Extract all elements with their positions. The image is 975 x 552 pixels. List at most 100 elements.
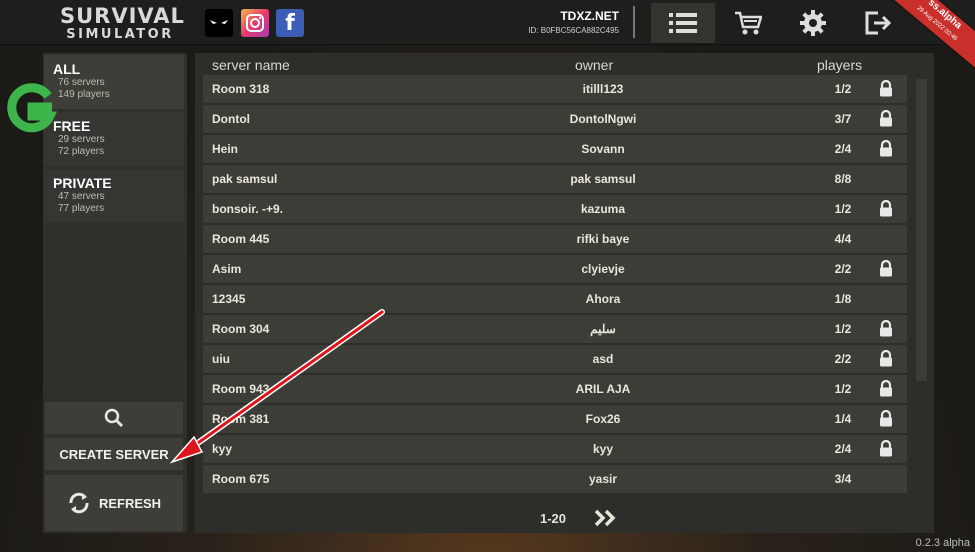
- server-owner: rifki baye: [576, 232, 630, 246]
- server-name: Room 943: [212, 382, 270, 396]
- server-table: server name owner players Room 318 itilll…: [195, 53, 934, 533]
- header-players: players: [817, 57, 863, 73]
- server-players: 3/7: [834, 112, 852, 126]
- server-players: 1/8: [834, 292, 852, 306]
- category-private[interactable]: PRIVATE 47 servers 77 players: [44, 169, 184, 223]
- server-name: uiu: [212, 352, 230, 366]
- server-players: 4/4: [834, 232, 852, 246]
- lock-icon: [879, 139, 893, 160]
- server-owner: itilll123: [582, 82, 624, 96]
- eyes-icon[interactable]: [205, 9, 233, 37]
- table-row[interactable]: Room 675 yasir 3/4: [203, 465, 907, 493]
- category-free[interactable]: FREE 29 servers 72 players: [44, 112, 184, 166]
- category-title: PRIVATE: [53, 175, 112, 191]
- lock-icon: [879, 379, 893, 400]
- top-bar: SURVIVAL SIMULATOR f TDXZ.NET ID: B0FBC5…: [0, 0, 975, 79]
- server-name: 12345: [212, 292, 246, 306]
- server-players: 1/2: [834, 202, 852, 216]
- search-button[interactable]: [45, 402, 183, 434]
- server-owner: سلیم: [590, 322, 616, 336]
- server-name: kyy: [212, 442, 233, 456]
- lock-icon: [879, 109, 893, 130]
- table-row[interactable]: Hein Sovann 2/4: [203, 135, 907, 163]
- server-owner: DontolNgwi: [569, 112, 637, 126]
- next-page-button[interactable]: [594, 509, 618, 532]
- lock-icon: [879, 439, 893, 460]
- table-row[interactable]: Room 445 rifki baye 4/4: [203, 225, 907, 253]
- username: TDXZ.NET: [560, 9, 619, 23]
- table-row[interactable]: 12345 Ahora 1/8: [203, 285, 907, 313]
- gear-icon: [800, 10, 826, 36]
- user-info: TDXZ.NET ID: B0FBC56CA882C495: [528, 9, 619, 35]
- server-players: 1/2: [834, 382, 852, 396]
- exit-button[interactable]: [846, 3, 910, 43]
- server-owner: ARIL AJA: [575, 382, 631, 396]
- server-players: 2/2: [834, 262, 852, 276]
- table-row[interactable]: pak samsul pak samsul 8/8: [203, 165, 907, 193]
- server-players: 8/8: [834, 172, 852, 186]
- server-players: 1/2: [834, 82, 852, 96]
- search-icon: [104, 408, 124, 428]
- exit-icon: [865, 11, 892, 35]
- header-owner: owner: [575, 57, 614, 73]
- instagram-icon[interactable]: [241, 9, 269, 37]
- server-name: Asim: [212, 262, 242, 276]
- server-name: Room 318: [212, 82, 270, 96]
- cart-icon: [735, 11, 762, 35]
- server-name: Room 675: [212, 472, 270, 486]
- table-row[interactable]: Room 318 itilll123 1/2: [203, 75, 907, 103]
- server-owner: Sovann: [581, 142, 625, 156]
- refresh-icon: [69, 492, 89, 514]
- g-badge-icon: [2, 82, 60, 139]
- facebook-icon[interactable]: f: [276, 9, 304, 37]
- server-owner: asd: [592, 352, 614, 366]
- table-row[interactable]: Room 304 سلیم 1/2: [203, 315, 907, 343]
- server-list[interactable]: Room 318 itilll123 1/2 Dontol DontolNgwi 3/7 H…: [203, 75, 907, 503]
- table-row[interactable]: Dontol DontolNgwi 3/7: [203, 105, 907, 133]
- table-row[interactable]: Asim clyievje 2/2: [203, 255, 907, 283]
- server-name: pak samsul: [212, 172, 278, 186]
- table-row[interactable]: uiu asd 2/2: [203, 345, 907, 373]
- scrollbar[interactable]: [916, 79, 927, 381]
- header-server-name: server name: [212, 57, 290, 73]
- refresh-label: REFRESH: [98, 495, 162, 511]
- lock-icon: [879, 199, 893, 220]
- settings-button[interactable]: [781, 3, 845, 43]
- shop-button[interactable]: [716, 3, 780, 43]
- logo-line2: SIMULATOR: [66, 27, 174, 42]
- servers-list-button[interactable]: [651, 3, 715, 43]
- page-range: 1-20: [540, 511, 567, 526]
- divider: [633, 6, 635, 38]
- table-row[interactable]: kyy kyy 2/4: [203, 435, 907, 463]
- category-all[interactable]: ALL 76 servers 149 players: [44, 55, 184, 109]
- table-row[interactable]: Room 943 ARIL AJA 1/2: [203, 375, 907, 403]
- server-name: Hein: [212, 142, 239, 156]
- server-name: Room 304: [212, 322, 270, 336]
- server-name: Room 445: [212, 232, 270, 246]
- server-name: bonsoir. -+9.: [212, 202, 284, 216]
- server-players: 2/4: [834, 442, 852, 456]
- game-logo: SURVIVAL SIMULATOR: [60, 6, 184, 42]
- category-title: ALL: [53, 61, 81, 77]
- server-owner: clyievje: [581, 262, 625, 276]
- table-row[interactable]: bonsoir. -+9. kazuma 1/2: [203, 195, 907, 223]
- version-label: 0.2.3 alpha: [915, 537, 970, 549]
- server-players: 1/2: [834, 322, 852, 336]
- refresh-button[interactable]: REFRESH: [45, 475, 183, 531]
- table-header: server name owner players: [195, 53, 934, 75]
- server-owner: kyy: [592, 442, 614, 456]
- server-owner: kazuma: [580, 202, 626, 216]
- table-row[interactable]: Room 381 Fox26 1/4: [203, 405, 907, 433]
- server-name: Room 381: [212, 412, 270, 426]
- server-owner: Fox26: [585, 412, 621, 426]
- category-servers: 29 servers: [58, 134, 105, 145]
- server-owner: pak samsul: [570, 172, 636, 186]
- lock-icon: [879, 319, 893, 340]
- lock-icon: [879, 259, 893, 280]
- create-server-button[interactable]: CREATE SERVER: [45, 438, 183, 470]
- category-players: 72 players: [58, 146, 105, 157]
- server-players: 2/2: [834, 352, 852, 366]
- lock-icon: [879, 79, 893, 100]
- server-owner: Ahora: [585, 292, 621, 306]
- server-players: 2/4: [834, 142, 852, 156]
